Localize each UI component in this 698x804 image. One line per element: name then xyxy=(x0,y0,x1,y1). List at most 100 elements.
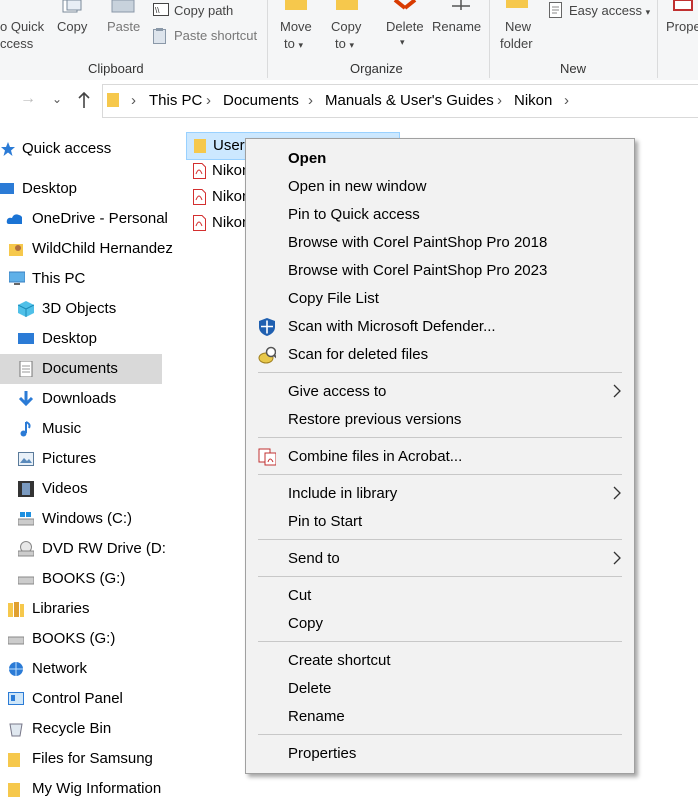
copy-button[interactable]: Copy xyxy=(57,19,87,35)
easy-access-button[interactable]: Easy access ▾ xyxy=(569,3,650,20)
copy-to-button[interactable]: Copy xyxy=(331,19,361,35)
nav-item-windows-c[interactable]: Windows (C:) xyxy=(0,504,162,534)
copy-icon xyxy=(62,0,82,13)
pdf-icon xyxy=(193,189,206,205)
menu-item-send-to[interactable]: Send to xyxy=(246,545,634,573)
up-arrow-icon[interactable] xyxy=(77,91,91,109)
menu-item-label: Properties xyxy=(288,745,357,762)
breadcrumb-chevron-icon[interactable]: › xyxy=(206,92,211,109)
network-icon xyxy=(9,662,23,676)
breadcrumb-this-pc[interactable]: This PC xyxy=(149,92,202,109)
menu-item-pin-quick-access[interactable]: Pin to Quick access xyxy=(246,201,634,229)
pin-quick-access-button[interactable]: o Quick xyxy=(0,19,44,35)
document-icon xyxy=(19,361,33,377)
menu-item-label: Create shortcut xyxy=(288,652,391,669)
back-arrow-icon[interactable]: → xyxy=(20,90,36,108)
breadcrumb-manuals[interactable]: Manuals & User's Guides xyxy=(325,92,494,109)
clipboard-group-label: Clipboard xyxy=(88,61,144,76)
library-icon xyxy=(8,602,24,617)
nav-item-libraries[interactable]: Libraries xyxy=(0,594,162,624)
menu-item-give-access[interactable]: Give access to xyxy=(246,378,634,406)
nav-item-label: OneDrive - Personal xyxy=(32,210,168,227)
properties-icon xyxy=(673,0,693,11)
recycle-bin-icon xyxy=(9,723,23,737)
menu-item-cut[interactable]: Cut xyxy=(246,582,634,610)
nav-item-network[interactable]: Network xyxy=(0,654,162,684)
nav-item-desktop[interactable]: Desktop xyxy=(0,174,162,204)
menu-item-properties[interactable]: Properties xyxy=(246,740,634,768)
star-icon xyxy=(1,142,15,156)
nav-item-user[interactable]: WildChild Hernandez xyxy=(0,234,173,264)
nav-item-documents[interactable]: Documents xyxy=(0,354,162,384)
nav-item-files-for-samsung[interactable]: Files for Samsung xyxy=(0,744,162,774)
nav-item-3d-objects[interactable]: 3D Objects xyxy=(0,294,162,324)
nav-item-desktop-2[interactable]: Desktop xyxy=(0,324,162,354)
menu-separator xyxy=(258,474,622,475)
delete-button[interactable]: Delete xyxy=(386,19,424,35)
menu-item-scan-defender[interactable]: Scan with Microsoft Defender... xyxy=(246,313,634,341)
nav-item-label: 3D Objects xyxy=(42,300,117,317)
breadcrumb-chevron-icon[interactable]: › xyxy=(564,92,569,109)
nav-item-label: This PC xyxy=(32,270,86,287)
menu-item-copy-file-list[interactable]: Copy File List xyxy=(246,285,634,313)
menu-item-label: Include in library xyxy=(288,485,398,502)
rename-button[interactable]: Rename xyxy=(432,19,481,35)
nav-item-music[interactable]: Music xyxy=(0,414,162,444)
menu-item-rename[interactable]: Rename xyxy=(246,703,634,731)
nav-item-label: Control Panel xyxy=(32,690,123,707)
navigation-pane: Quick access Desktop OneDrive - Personal… xyxy=(0,128,173,800)
nav-item-quick-access[interactable]: Quick access xyxy=(0,134,162,164)
recent-locations-chevron-icon[interactable]: ⌄ xyxy=(52,92,62,106)
breadcrumb-nikon[interactable]: Nikon xyxy=(514,92,552,109)
computer-icon xyxy=(9,271,25,285)
download-icon xyxy=(18,391,34,407)
menu-item-pin-start[interactable]: Pin to Start xyxy=(246,508,634,536)
menu-item-open-new-window[interactable]: Open in new window xyxy=(246,173,634,201)
menu-item-delete[interactable]: Delete xyxy=(246,675,634,703)
breadcrumb-chevron-icon[interactable]: › xyxy=(497,92,502,109)
breadcrumb-chevron-icon[interactable]: › xyxy=(308,92,313,109)
properties-button[interactable]: Prope xyxy=(666,19,698,35)
menu-item-browse-corel-2018[interactable]: Browse with Corel PaintShop Pro 2018 xyxy=(246,229,634,257)
menu-item-open[interactable]: Open xyxy=(246,145,634,173)
ribbon-separator xyxy=(657,0,658,78)
menu-item-restore-versions[interactable]: Restore previous versions xyxy=(246,406,634,434)
menu-item-copy[interactable]: Copy xyxy=(246,610,634,638)
move-to-icon xyxy=(285,0,307,10)
folder-icon xyxy=(107,93,119,107)
menu-separator xyxy=(258,539,622,540)
menu-item-label: Combine files in Acrobat... xyxy=(288,448,463,465)
nav-item-label: Network xyxy=(32,660,88,677)
menu-item-combine-acrobat[interactable]: Combine files in Acrobat... xyxy=(246,443,634,471)
copy-path-button[interactable]: Copy path xyxy=(174,3,233,19)
breadcrumb-chevron-icon[interactable]: › xyxy=(131,92,136,109)
nav-item-onedrive[interactable]: OneDrive - Personal xyxy=(0,204,168,234)
paste-button[interactable]: Paste xyxy=(107,19,140,35)
delete-icon xyxy=(393,0,417,10)
nav-item-books-g[interactable]: BOOKS (G:) xyxy=(0,564,162,594)
context-menu: Open Open in new window Pin to Quick acc… xyxy=(245,138,635,774)
nav-item-downloads[interactable]: Downloads xyxy=(0,384,162,414)
nav-item-dvd-drive[interactable]: DVD RW Drive (D: xyxy=(0,534,166,564)
menu-item-browse-corel-2023[interactable]: Browse with Corel PaintShop Pro 2023 xyxy=(246,257,634,285)
nav-item-recycle-bin[interactable]: Recycle Bin xyxy=(0,714,162,744)
drive-icon xyxy=(18,576,34,585)
recovery-icon xyxy=(258,346,276,364)
nav-item-this-pc[interactable]: This PC xyxy=(0,264,162,294)
nav-item-control-panel[interactable]: Control Panel xyxy=(0,684,162,714)
paste-shortcut-button[interactable]: Paste shortcut xyxy=(174,28,257,44)
breadcrumb-documents[interactable]: Documents xyxy=(223,92,299,109)
nav-item-label: Desktop xyxy=(22,180,78,197)
copy-to-icon xyxy=(336,0,358,10)
nav-item-pictures[interactable]: Pictures xyxy=(0,444,162,474)
new-folder-button[interactable]: New xyxy=(505,19,531,35)
nav-item-videos[interactable]: Videos xyxy=(0,474,162,504)
menu-item-scan-deleted-files[interactable]: Scan for deleted files xyxy=(246,341,634,369)
menu-item-include-library[interactable]: Include in library xyxy=(246,480,634,508)
menu-item-create-shortcut[interactable]: Create shortcut xyxy=(246,647,634,675)
nav-item-label: Music xyxy=(42,420,82,437)
menu-item-label: Copy xyxy=(288,615,324,632)
move-to-button[interactable]: Move xyxy=(280,19,312,35)
nav-item-label: BOOKS (G:) xyxy=(42,570,126,587)
nav-item-books-g-2[interactable]: BOOKS (G:) xyxy=(0,624,162,654)
